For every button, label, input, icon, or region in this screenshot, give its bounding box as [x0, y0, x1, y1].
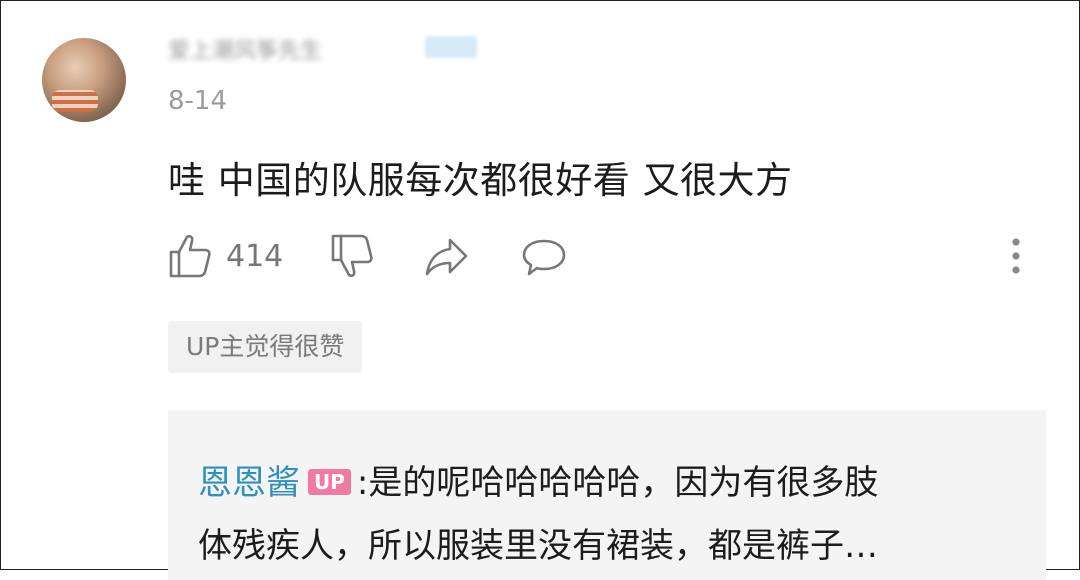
more-vertical-icon — [1008, 236, 1024, 276]
level-badge — [425, 36, 477, 58]
share-icon — [424, 232, 470, 280]
reply-author[interactable]: 恩恩酱 — [198, 463, 300, 503]
reply-text-1: 是的呢哈哈哈哈哈，因为有很多肢 — [368, 463, 879, 503]
reply-icon — [520, 232, 568, 280]
comment-actions: 414 — [168, 232, 1048, 288]
reply-line-2: 体残疾人，所以服装里没有裙装，都是裤子… — [198, 526, 878, 566]
thumbs-down-icon — [330, 232, 374, 280]
dislike-button[interactable] — [330, 232, 374, 280]
reply-separator: : — [356, 463, 369, 503]
avatar[interactable] — [42, 38, 126, 122]
avatar-detail — [52, 90, 98, 112]
up-liked-tag: UP主觉得很赞 — [168, 321, 363, 373]
comment-text: 哇 中国的队服每次都很好看 又很大方 — [168, 159, 793, 202]
like-count: 414 — [226, 238, 284, 274]
up-badge: UP — [308, 468, 351, 495]
reply-button[interactable] — [520, 232, 568, 280]
more-button[interactable] — [1008, 236, 1024, 276]
comment-date: 8-14 — [168, 86, 228, 116]
thumbs-up-icon — [168, 232, 212, 280]
share-button[interactable] — [424, 232, 470, 280]
reply-line-1: 恩恩酱 UP:是的呢哈哈哈哈哈，因为有很多肢 — [198, 455, 878, 504]
like-button[interactable]: 414 — [168, 232, 283, 280]
reply-box[interactable]: 恩恩酱 UP:是的呢哈哈哈哈哈，因为有很多肢 体残疾人，所以服装里没有裙装，都是裤… — [168, 410, 1046, 580]
username[interactable]: 爱上潮风筝先生 — [168, 33, 322, 65]
